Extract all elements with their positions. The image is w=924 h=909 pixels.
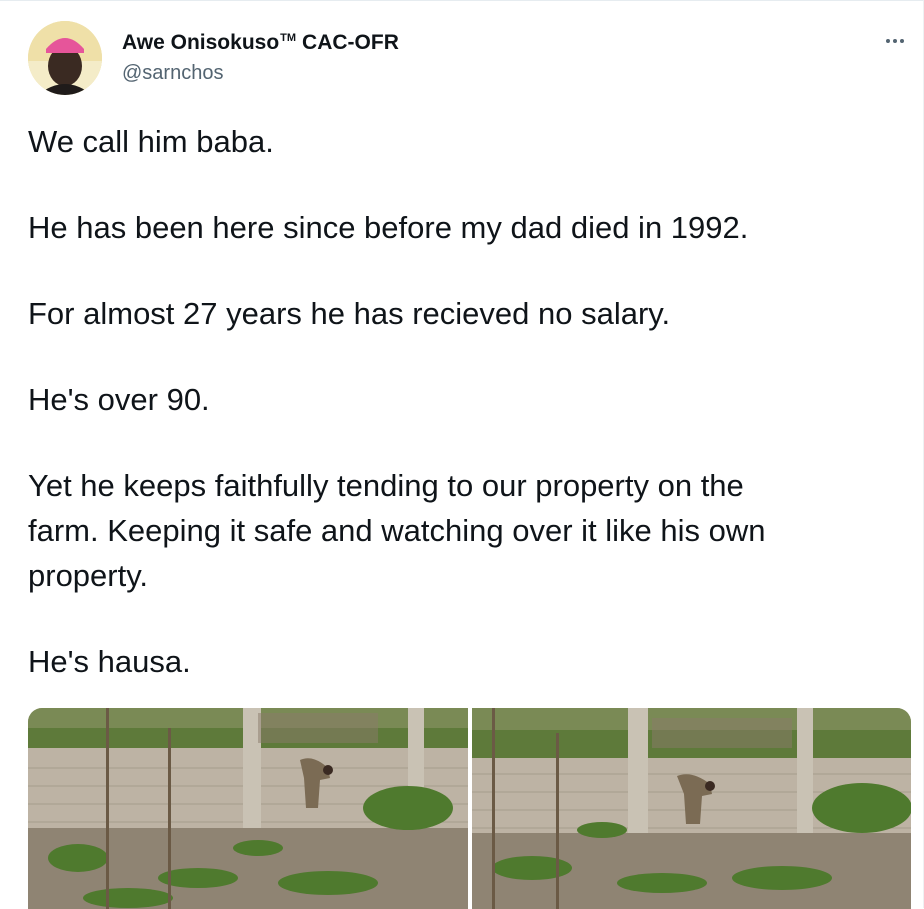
tweet-line: property.	[28, 558, 149, 593]
author-name-row[interactable]: Awe Onisokuso TM CAC-OFR	[122, 31, 399, 55]
farm-photo-icon	[471, 708, 911, 909]
more-options-button[interactable]	[881, 31, 909, 51]
profile-photo-icon	[28, 21, 102, 95]
tweet-line: He has been here since before my dad die…	[28, 210, 749, 245]
tweet-photo-1[interactable]	[28, 708, 468, 909]
tweet-text: We call him baba. He has been here since…	[28, 119, 898, 684]
more-horizontal-icon-dot	[893, 39, 897, 43]
author-suffix: CAC-OFR	[302, 31, 399, 54]
tweet-line: He's hausa.	[28, 644, 191, 679]
trademark-mark: TM	[280, 32, 297, 44]
tweet-media	[28, 708, 911, 909]
farm-photo-icon	[28, 708, 468, 909]
tweet-line: farm. Keeping it safe and watching over …	[28, 513, 766, 548]
author-display-name[interactable]: Awe Onisokuso	[122, 31, 279, 55]
tweet-photo-2[interactable]	[471, 708, 911, 909]
avatar[interactable]	[28, 21, 102, 95]
more-horizontal-icon	[886, 39, 890, 43]
tweet-line: Yet he keeps faithfully tending to our p…	[28, 468, 744, 503]
tweet-line: For almost 27 years he has recieved no s…	[28, 296, 671, 331]
tweet-line: He's over 90.	[28, 382, 210, 417]
author-handle[interactable]: @sarnchos	[122, 62, 223, 85]
tweet-card: Awe Onisokuso TM CAC-OFR @sarnchos We ca…	[0, 0, 924, 909]
tweet-line: We call him baba.	[28, 124, 274, 159]
more-horizontal-icon-dot	[900, 39, 904, 43]
